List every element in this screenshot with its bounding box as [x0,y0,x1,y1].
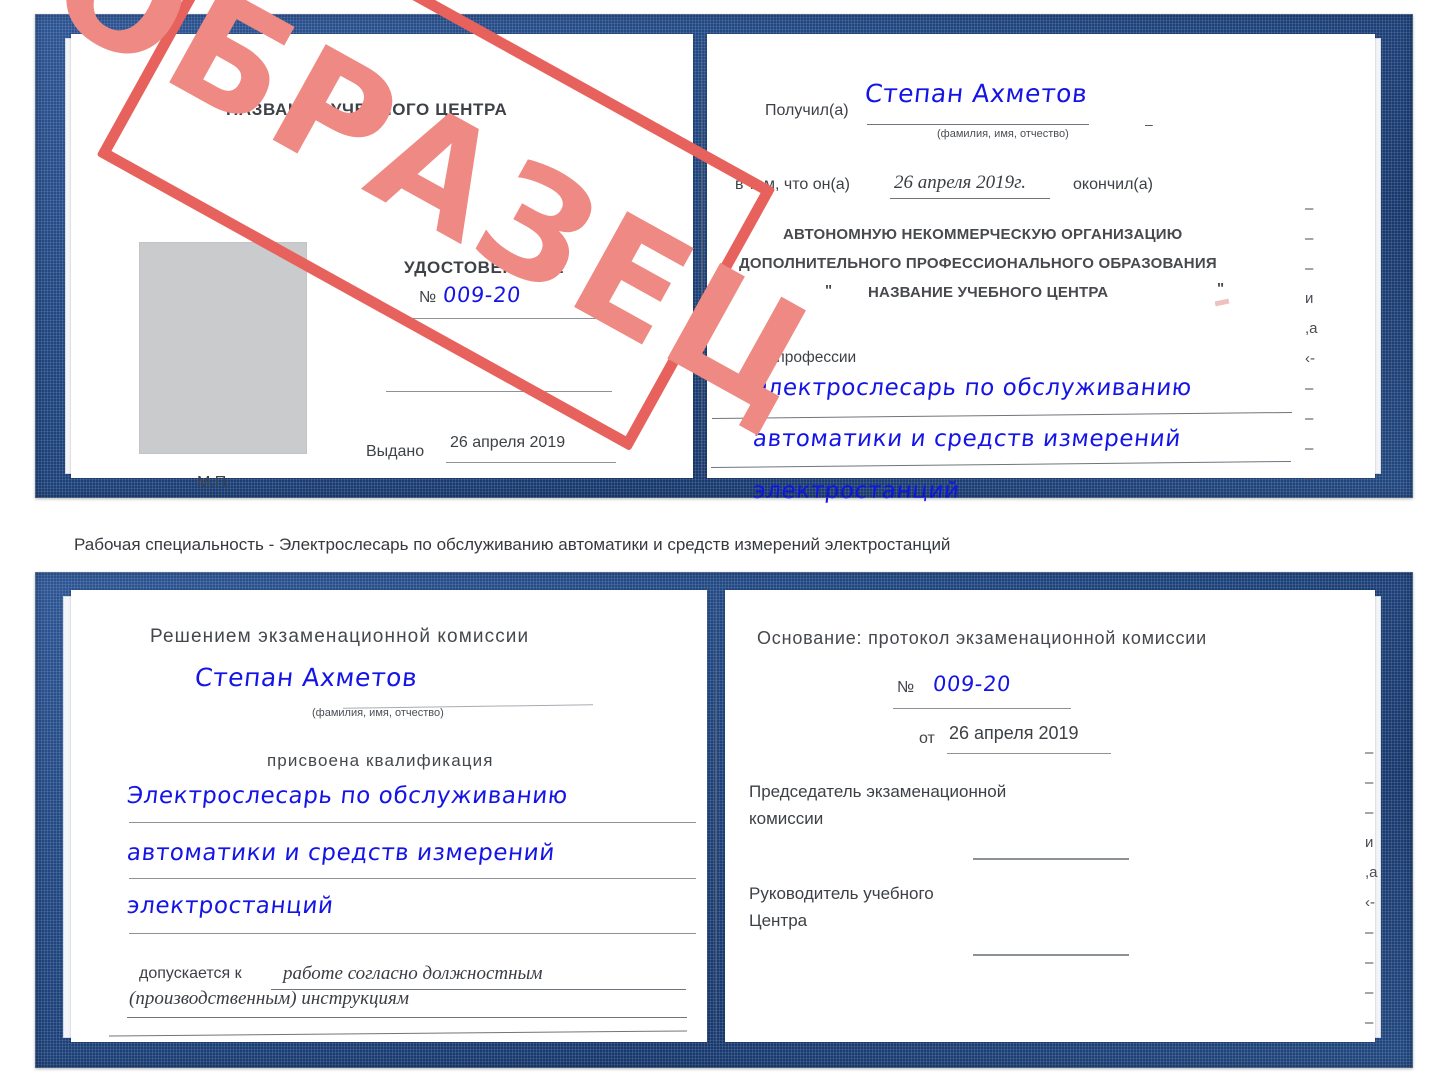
that-date-value: 26 апреля 2019г. [894,172,1026,193]
edge-glyph: – [1305,410,1314,427]
edge-glyph: – [1305,230,1314,247]
bottom-certificate-left-page: Решением экзаменационной комиссии Степан… [71,590,707,1042]
organization-quote-open: " [825,282,833,299]
qualification-label: присвоена квалификация [267,751,494,770]
edge-glyph: ‹- [1365,894,1375,911]
edge-glyph: – [1305,200,1314,217]
top-right-edge-glyph-column: – – – и ,а ‹- – – – – [1305,194,1318,494]
issued-label: Выдано [366,443,425,460]
organization-line-1: АВТОНОМНУЮ НЕКОММЕРЧЕСКУЮ ОРГАНИЗАЦИЮ [783,226,1183,243]
profession-rule-1 [712,411,1292,420]
page-caption: Рабочая специальность - Электрослесарь п… [74,535,951,554]
admitted-line-1: работе согласно должностным [283,963,543,984]
director-signature-rule [973,954,1129,956]
decision-title: Решением экзаменационной комиссии [150,626,530,647]
protocol-date-value: 26 апреля 2019 [949,723,1079,743]
qualification-rule-2 [129,878,696,879]
decision-name-hint: (фамилия, имя, отчество) [312,707,444,719]
issued-value: 26 апреля 2019 [450,434,566,451]
profession-rule-2 [711,460,1291,469]
profession-label: по профессии [755,349,857,366]
received-value: Степан Ахметов [863,79,1090,108]
training-center-name-heading: НАЗВАНИЕ УЧЕБНОГО ЦЕНТРА [226,100,508,119]
director-line-2: Центра [749,911,808,930]
edge-glyph: – [1305,380,1314,397]
edge-glyph: – [1305,440,1314,457]
received-label: Получил(а) [765,102,849,119]
edge-glyph: – [1305,260,1314,277]
edge-glyph: – [1365,744,1374,761]
admitted-line-2: (производственным) инструкциям [129,988,409,1009]
edge-glyph: – [1365,804,1374,821]
basis-label: Основание: протокол экзаменационной коми… [757,628,1207,648]
that-label: в том, что он(а) [735,176,850,193]
edge-glyph: – [1365,774,1374,791]
protocol-date-label: от [919,730,935,747]
udostoverenie-number-value: 009-20 [441,283,523,307]
certificate-bottom: Решением экзаменационной комиссии Степан… [35,572,1413,1068]
received-rule [867,124,1089,125]
protocol-number-value: 009-20 [931,672,1013,696]
top-certificate-right-page: Получил(а) Степан Ахметов (фамилия, имя,… [707,34,1375,504]
edge-glyph: и [1365,834,1374,851]
edge-glyph: и [1305,290,1314,307]
admitted-rule-2 [127,1017,687,1018]
that-rule [890,198,1050,199]
organization-line-3: НАЗВАНИЕ УЧЕБНОГО ЦЕНТРА [868,284,1109,301]
profession-line-1: Электрослесарь по обслуживанию [749,375,1194,401]
edge-glyph: ,а [1365,864,1378,881]
admitted-rule-3 [109,1030,687,1037]
edge-glyph: ‹- [1305,350,1315,367]
certificate-top: НАЗВАНИЕ УЧЕБНОГО ЦЕНТРА УДОСТОВЕРЕНИЕ №… [25,0,1413,504]
bottom-certificate-spine [715,592,717,1042]
edge-glyph: – [1365,924,1374,941]
decision-name-value: Степан Ахметов [193,663,420,692]
organization-line-2: ДОПОЛНИТЕЛЬНОГО ПРОФЕССИОНАЛЬНОГО ОБРАЗО… [739,255,1217,272]
admitted-label: допускается к [139,965,242,982]
chairman-signature-rule [973,858,1129,860]
received-hint: (фамилия, имя, отчество) [937,128,1069,140]
protocol-number-label: № [897,679,915,696]
document-title: УДОСТОВЕРЕНИЕ [404,258,565,277]
edge-glyph: – [1365,954,1374,971]
qualification-line-3: электростанций [125,893,335,919]
protocol-date-rule [947,753,1111,754]
chairman-line-2: комиссии [749,809,824,828]
received-dash-mark: – [1145,116,1153,132]
profession-line-3: электростанций [751,478,961,504]
udostoverenie-number-label: № [419,289,437,306]
blank-rule-1 [386,391,612,392]
edge-glyph: – [1365,984,1374,1001]
issued-rule [446,462,616,463]
bottom-right-edge-glyph-column: – – – и ,а ‹- – – – – [1365,738,1378,1038]
edge-glyph: ,а [1305,320,1318,337]
bottom-certificate-right-page: Основание: протокол экзаменационной коми… [725,590,1378,1042]
top-certificate-left-page: НАЗВАНИЕ УЧЕБНОГО ЦЕНТРА УДОСТОВЕРЕНИЕ №… [71,34,693,491]
director-line-1: Руководитель учебного [749,884,934,903]
qualification-rule-1 [129,822,696,823]
finished-label: окончил(а) [1073,176,1153,193]
qualification-rule-3 [129,933,696,934]
photo-placeholder [139,242,307,454]
edge-glyph: – [1305,470,1314,487]
pink-smudge-artifact [1214,298,1230,307]
chairman-line-1: Председатель экзаменационной [749,782,1007,801]
seal-place-label: М.П. [197,474,231,491]
edge-glyph: – [1365,1014,1374,1031]
qualification-line-1: Электрослесарь по обслуживанию [125,783,570,809]
number-rule [406,318,604,319]
top-certificate-spine [701,36,703,478]
protocol-number-rule [893,708,1071,709]
qualification-line-2: автоматики и средств измерений [125,840,557,866]
organization-quote-close: " [1217,280,1225,297]
profession-line-2: автоматики и средств измерений [751,426,1183,452]
